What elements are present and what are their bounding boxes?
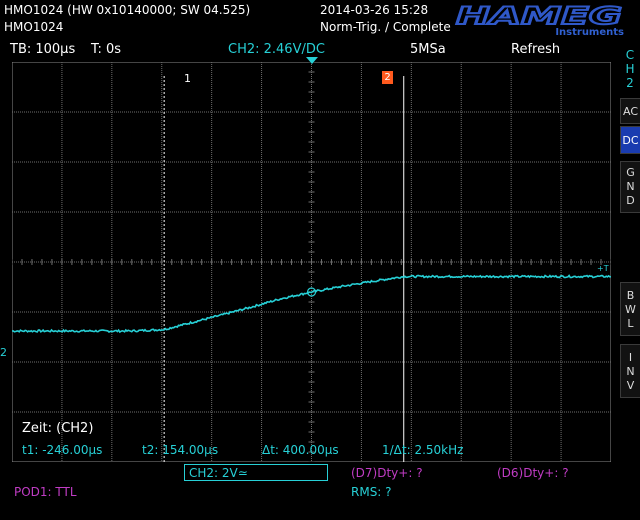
channel-indicator: CH2 [620,48,640,92]
hameg-logo: HAMEG Instruments [455,2,624,36]
cursor2-label[interactable]: 2 [382,71,393,84]
cursor-inverse-delta-t: 1/Δt: 2.50kHz [382,443,464,457]
acquisition-mode[interactable]: Refresh [511,42,560,57]
device-model: HMO1024 [4,20,64,34]
invert-button[interactable]: INV [620,344,640,398]
ch2-ground-marker[interactable]: 2 [0,346,7,359]
cursor-t1: t1: -246.00µs [22,443,103,457]
trigger-status: Norm-Trig. / Complete [320,20,451,34]
trigger-time[interactable]: T: 0s [91,42,121,57]
trigger-slope: /DC [301,42,325,57]
device-info: HMO1024 (HW 0x10140000; SW 04.525) [4,3,251,17]
svg-text:HAMEG: HAMEG [456,2,622,30]
bandwidth-limit-button[interactable]: BWL [620,282,640,336]
trigger-level-marker[interactable]: +T [597,264,609,273]
measurement-rms: RMS: ? [351,485,392,499]
trigger-position-marker [306,57,318,64]
trigger-level[interactable]: CH2: 2.46V/DC [228,42,325,57]
trigger-level-value: CH2: 2.46V [228,42,302,57]
coupling-dc-button[interactable]: DC [620,126,640,154]
waveform-display[interactable] [12,62,611,462]
measurement-d7-duty: (D7)Dty+: ? [351,466,423,480]
cursor-t2: t2: 154.00µs [142,443,219,457]
cursor-readout-title: Zeit: (CH2) [22,421,94,436]
timebase[interactable]: TB: 100µs [10,42,75,57]
sample-rate: 5MSa [410,42,446,57]
coupling-gnd-button[interactable]: GND [620,161,640,213]
pod1-logic-level: POD1: TTL [14,485,77,499]
coupling-ac-button[interactable]: AC [620,98,640,124]
date-time: 2014-03-26 15:28 [320,3,429,17]
ch2-scale[interactable]: CH2: 2V≃ [184,464,328,481]
measurement-d6-duty: (D6)Dty+: ? [497,466,569,480]
cursor1-label[interactable]: 1 [184,72,191,85]
svg-text:Instruments: Instruments [555,27,624,36]
cursor-delta-t: Δt: 400.00µs [262,443,339,457]
